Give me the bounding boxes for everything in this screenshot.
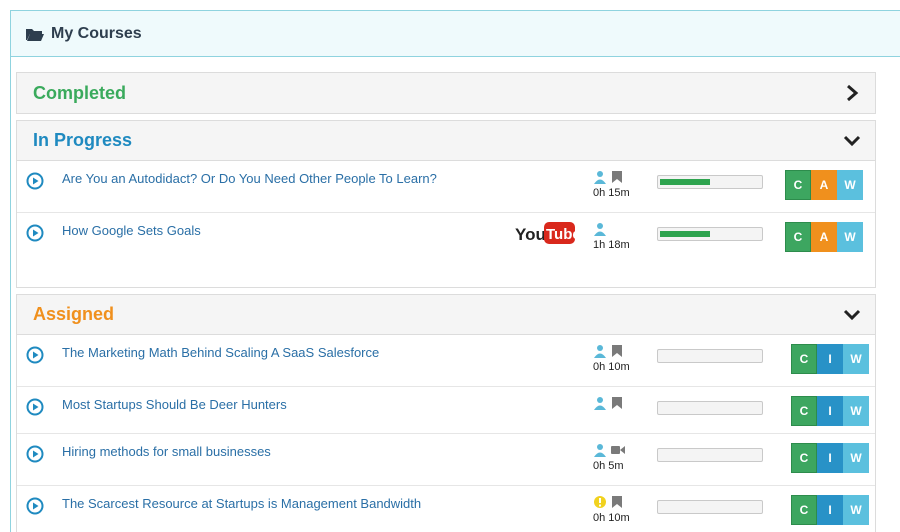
assigned-section-header[interactable]: Assigned [17,295,875,335]
course-meta-icons [593,344,623,358]
action-button-group: C A W [785,222,863,252]
svg-text:You: You [515,225,546,244]
info-button[interactable]: I [817,344,843,374]
user-icon [594,223,606,236]
in-progress-section: In Progress Are You an Autodidact? Or Do… [16,120,876,288]
action-button-group: C I W [791,443,869,473]
bookmark-icon [612,496,622,508]
section-title-completed: Completed [33,82,127,103]
action-button-group: C I W [791,396,869,426]
course-row: Are You an Autodidact? Or Do You Need Ot… [17,161,875,213]
course-meta-icons [593,495,623,509]
watch-button[interactable]: W [843,495,869,525]
chevron-right-icon [847,84,859,102]
progress-bar [657,349,763,363]
course-row: The Marketing Math Behind Scaling A SaaS… [17,335,875,387]
course-title-link[interactable]: Most Startups Should Be Deer Hunters [62,397,287,412]
action-button-group: C A W [785,170,863,200]
info-button[interactable]: I [817,396,843,426]
course-meta-icons [593,443,625,457]
play-circle-icon[interactable] [26,497,44,515]
course-row: The Scarcest Resource at Startups is Man… [17,486,875,532]
info-button[interactable]: I [817,443,843,473]
course-meta-icons [593,396,623,410]
course-duration: 1h 18m [593,239,630,251]
action-button-group: C I W [791,495,869,525]
course-duration: 0h 5m [593,460,624,472]
page-title: My Courses [51,24,142,42]
action-button-group: C I W [791,344,869,374]
completed-section-header[interactable]: Completed [17,73,875,113]
chevron-down-icon [843,135,861,146]
play-circle-icon[interactable] [26,445,44,463]
progress-fill [660,231,710,237]
course-duration: 0h 15m [593,187,630,199]
user-icon [594,397,606,410]
panel-header: My Courses [11,11,900,57]
course-duration: 0h 10m [593,512,630,524]
progress-bar [657,500,763,514]
complete-button[interactable]: C [791,443,817,473]
course-row: Hiring methods for small businesses 0h 5… [17,434,875,486]
assign-button[interactable]: A [811,222,837,252]
complete-button[interactable]: C [785,222,811,252]
play-circle-icon[interactable] [26,398,44,416]
progress-bar [657,401,763,415]
completed-section: Completed [16,72,876,114]
watch-button[interactable]: W [843,344,869,374]
course-title-link[interactable]: The Marketing Math Behind Scaling A SaaS… [62,345,379,360]
course-title-link[interactable]: Are You an Autodidact? Or Do You Need Ot… [62,171,437,186]
course-title-link[interactable]: Hiring methods for small businesses [62,444,271,459]
svg-text:Tube: Tube [546,226,576,243]
section-title-in-progress: In Progress [33,130,133,150]
watch-button[interactable]: W [843,396,869,426]
in-progress-section-header[interactable]: In Progress [17,121,875,161]
play-circle-icon[interactable] [26,346,44,364]
watch-button[interactable]: W [837,222,863,252]
course-row: How Google Sets Goals You Tube 1h 18m C … [17,213,875,287]
bookmark-icon [612,171,622,183]
complete-button[interactable]: C [791,344,817,374]
play-circle-icon[interactable] [26,172,44,190]
progress-bar [657,175,763,189]
course-title-link[interactable]: How Google Sets Goals [62,223,201,238]
user-icon [594,171,606,184]
watch-button[interactable]: W [837,170,863,200]
complete-button[interactable]: C [791,396,817,426]
warning-circle-icon [594,496,606,508]
course-meta-icons [593,222,607,236]
course-title-link[interactable]: The Scarcest Resource at Startups is Man… [62,496,421,511]
complete-button[interactable]: C [785,170,811,200]
course-duration: 0h 10m [593,361,630,373]
assigned-section: Assigned The Marketing Math Behind Scali… [16,294,876,532]
progress-bar [657,448,763,462]
progress-fill [660,179,710,185]
assign-button[interactable]: A [811,170,837,200]
section-title-assigned: Assigned [33,304,115,324]
info-button[interactable]: I [817,495,843,525]
bookmark-icon [612,345,622,357]
video-camera-icon [611,446,625,454]
chevron-down-icon [843,309,861,320]
folder-open-icon [26,28,44,41]
complete-button[interactable]: C [791,495,817,525]
play-circle-icon[interactable] [26,224,44,242]
course-meta-icons [593,170,623,184]
user-icon [594,345,606,358]
course-row: Most Startups Should Be Deer Hunters C I… [17,387,875,434]
user-icon [594,444,606,457]
bookmark-icon [612,397,622,409]
youtube-logo: You Tube [515,222,576,244]
watch-button[interactable]: W [843,443,869,473]
progress-bar [657,227,763,241]
